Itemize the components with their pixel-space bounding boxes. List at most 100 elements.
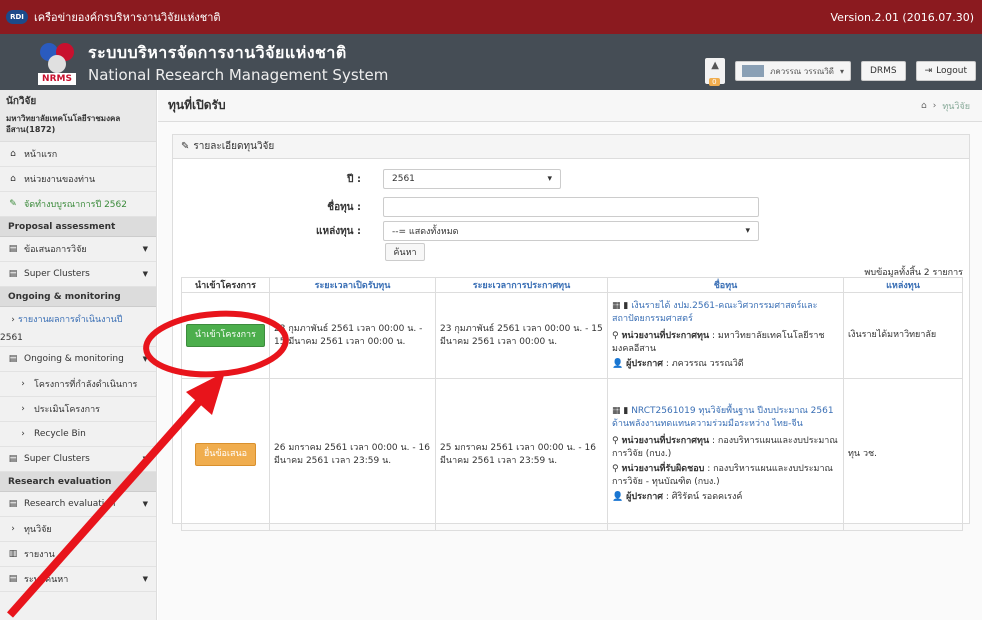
sidebar-item-recycle-bin[interactable]: › Recycle Bin	[0, 422, 156, 447]
bookmark-icon: ▦ ▮	[612, 406, 629, 416]
panel-title: รายละเอียดทุนวิจัย	[193, 141, 275, 152]
caret-down-icon: ▼	[142, 575, 148, 583]
sidebar-item-research-evaluation[interactable]: ▤ Research evaluation ▼	[0, 492, 156, 517]
sidebar-item-evaluate[interactable]: › ประเมินโครงการ	[0, 397, 156, 422]
caret-down-icon: ▾	[547, 174, 552, 184]
section-ongoing-monitoring: Ongoing & monitoring	[0, 287, 156, 307]
sidebar-user-info: นักวิจัย มหาวิทยาลัยเทคโนโลยีราชมงคล อีส…	[0, 90, 156, 142]
sidebar-item-super-clusters[interactable]: ▤ Super Clusters ▼	[0, 262, 156, 287]
notification-badge: 0	[709, 78, 720, 86]
sidebar-item-super-clusters-2[interactable]: ▤ Super Clusters ▼	[0, 447, 156, 472]
fund-name-input[interactable]	[383, 197, 759, 217]
sidebar-item-agency[interactable]: ⌂ หน่วยงานของท่าน	[0, 167, 156, 192]
submit-proposal-button[interactable]: ยื่นข้อเสนอ	[194, 443, 257, 466]
version-label: Version.2.01 (2016.07.30)	[830, 10, 975, 24]
col-fund-source: แหล่งทุน	[843, 277, 963, 293]
bookmark-icon: ▦ ▮	[612, 301, 629, 311]
list-icon: ▤	[8, 244, 18, 254]
sidebar: นักวิจัย มหาวิทยาลัยเทคโนโลยีราชมงคล อีส…	[0, 90, 157, 620]
fund-name-link[interactable]: NRCT2561019 ทุนวิจัยพื้นฐาน ปีงบประมาณ 2…	[612, 406, 834, 429]
list-icon: ▤	[8, 499, 18, 509]
announce-period: 25 มกราคม 2561 เวลา 00:00 น. - 16 มีนาคม…	[435, 378, 608, 531]
drms-button[interactable]: DRMS	[860, 61, 906, 81]
chevron-right-icon: ›	[11, 315, 15, 325]
sidebar-item-ongoing[interactable]: ▤ Ongoing & monitoring ▼	[0, 347, 156, 372]
caret-down-icon: ▼	[142, 500, 148, 508]
chevron-right-icon: ›	[11, 524, 15, 534]
fund-panel: ✎ รายละเอียดทุนวิจัย ปี : 2561 ▾ ชื่อทุน …	[172, 134, 970, 531]
fund-name-label: ชื่อทุน :	[327, 201, 361, 213]
logout-button[interactable]: ⇥ Logout	[915, 61, 976, 81]
bell-icon: ▲	[711, 60, 719, 71]
user-role: นักวิจัย	[6, 96, 37, 107]
list-icon: ▤	[8, 574, 18, 584]
fund-source: ทุน วช.	[843, 378, 963, 531]
caret-down-icon: ▼	[142, 245, 148, 253]
sidebar-item-proposal[interactable]: ▤ ข้อเสนอการวิจัย ▼	[0, 237, 156, 262]
fund-name-link[interactable]: เงินรายได้ งปม.2561-คณะวิศวกรรมศาสตร์และ…	[612, 301, 817, 324]
fund-source: เงินรายได้มหาวิทยาลัย	[843, 292, 963, 379]
breadcrumb-current[interactable]: ทุนวิจัย	[942, 99, 970, 113]
caret-down-icon: ▼	[142, 355, 148, 363]
sidebar-item-research-fund[interactable]: › ทุนวิจัย	[0, 517, 156, 542]
app-title-th: ระบบบริหารจัดการงานวิจัยแห่งชาติ	[88, 42, 347, 62]
fund-table: นำเข้าโครงการ ระยะเวลาเปิดรับทุน ระยะเวล…	[181, 277, 963, 531]
network-name: เครือข่ายองค์กรบริหารงานวิจัยแห่งชาติ	[34, 11, 221, 24]
year-label: ปี :	[347, 173, 361, 185]
notification-button[interactable]: ▲ 0	[705, 58, 726, 86]
avatar	[742, 65, 765, 77]
list-icon: ▤	[8, 269, 18, 279]
wrench-icon: ✎	[9, 199, 17, 209]
page-title: ทุนที่เปิดรับ	[168, 98, 226, 112]
col-fund-name: ชื่อทุน	[607, 277, 844, 293]
user-icon: 👤	[612, 492, 624, 502]
sidebar-item-search-system[interactable]: ▤ ระบบค้นหา ▼	[0, 567, 156, 592]
sidebar-item-current-projects[interactable]: › โครงการที่กำลังดำเนินการ	[0, 372, 156, 397]
caret-down-icon: ▼	[142, 270, 148, 278]
home-icon[interactable]: ⌂	[921, 101, 927, 111]
list-icon: ▤	[8, 454, 18, 464]
rdi-logo: RDI	[6, 10, 28, 24]
year-select[interactable]: 2561 ▾	[383, 169, 561, 189]
chevron-right-icon: ›	[21, 379, 25, 389]
user-icon: 👤	[612, 359, 624, 369]
chart-icon: ▥	[8, 549, 18, 559]
map-marker-icon: ⚲	[612, 331, 619, 341]
table-row: นำเข้าโครงการ 23 กุมภาพันธ์ 2561 เวลา 00…	[181, 292, 963, 379]
caret-down-icon: ▾	[745, 226, 750, 236]
nrms-logo[interactable]: NRMS	[38, 39, 76, 85]
col-announce-period: ระยะเวลาการประกาศทุน	[435, 277, 608, 293]
user-org: มหาวิทยาลัยเทคโนโลยีราชมงคล อีสาน(1872)	[6, 114, 121, 134]
chevron-down-icon: ▾	[839, 66, 844, 76]
map-marker-icon: ⚲	[612, 436, 619, 446]
col-import: นำเข้าโครงการ	[181, 277, 270, 293]
section-proposal-assessment: Proposal assessment	[0, 217, 156, 237]
chevron-right-icon: ›	[21, 404, 25, 414]
user-menu-button[interactable]: ภควรรณ วรรณวิดี ▾	[735, 61, 851, 81]
list-icon: ▤	[8, 354, 18, 364]
sidebar-item-integrated-budget[interactable]: ✎ จัดทำงบบูรณาการปี 2562	[0, 192, 156, 217]
caret-down-icon: ▼	[142, 455, 148, 463]
fund-source-label: แหล่งทุน :	[316, 225, 361, 237]
open-period: 23 กุมภาพันธ์ 2561 เวลา 00:00 น. - 15 มี…	[269, 292, 436, 379]
search-button[interactable]: ค้นหา	[385, 243, 425, 261]
announce-period: 23 กุมภาพันธ์ 2561 เวลา 00:00 น. - 15 มี…	[435, 292, 608, 379]
fund-source-select[interactable]: --= แสดงทั้งหมด ▾	[383, 221, 759, 241]
section-research-evaluation: Research evaluation	[0, 472, 156, 492]
top-bar: RDI เครือข่ายองค์กรบริหารงานวิจัยแห่งชาต…	[0, 0, 982, 34]
sidebar-item-progress-report[interactable]: › รายงานผลการดำเนินงานปี 2561	[0, 307, 156, 347]
col-open-period: ระยะเวลาเปิดรับทุน	[269, 277, 436, 293]
map-marker-icon: ⚲	[612, 464, 619, 474]
user-name: ภควรรณ วรรณวิดี	[770, 66, 834, 76]
table-row: ยื่นข้อเสนอ 26 มกราคม 2561 เวลา 00:00 น.…	[181, 378, 963, 531]
home-icon: ⌂	[10, 149, 16, 159]
pencil-icon: ✎	[181, 141, 190, 152]
app-title-en: National Research Management System	[88, 65, 389, 84]
main-content: ทุนที่เปิดรับ ⌂ › ทุนวิจัย ✎ รายละเอียดทุ…	[158, 90, 982, 620]
sidebar-item-home[interactable]: ⌂ หน้าแรก	[0, 142, 156, 167]
logout-icon: ⇥	[924, 66, 933, 76]
sidebar-item-report[interactable]: ▥ รายงาน	[0, 542, 156, 567]
import-project-button[interactable]: นำเข้าโครงการ	[186, 324, 265, 347]
chevron-right-icon: ›	[21, 429, 25, 439]
breadcrumb: ⌂ › ทุนวิจัย	[920, 99, 970, 113]
